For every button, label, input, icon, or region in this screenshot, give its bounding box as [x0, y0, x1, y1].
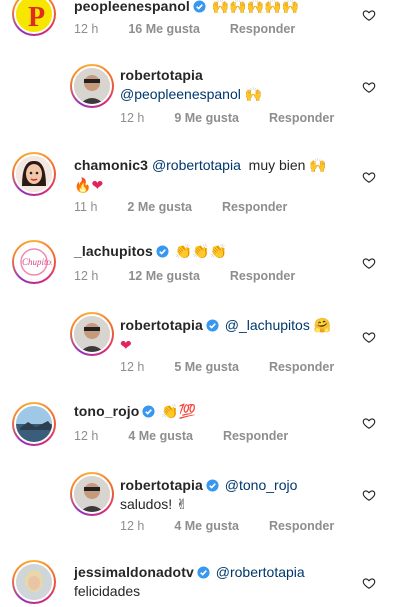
- reply-button[interactable]: Responder: [269, 111, 334, 125]
- robertotapia-avatar-icon: [74, 476, 110, 512]
- lachupitos-logo-icon: Chupitos: [16, 244, 52, 280]
- comment-emoji: 🙌: [244, 87, 263, 103]
- reply-button[interactable]: Responder: [269, 519, 334, 533]
- comment-time: 12 h: [120, 111, 145, 125]
- heart-outline-icon[interactable]: [362, 330, 376, 344]
- comment-emoji: 👏💯: [161, 404, 197, 420]
- heart-outline-icon[interactable]: [362, 256, 376, 270]
- verified-badge-icon: [206, 479, 219, 492]
- avatar[interactable]: [70, 64, 114, 108]
- likes-count[interactable]: 5 Me gusta: [174, 360, 239, 374]
- comment-username[interactable]: tono_rojo: [74, 403, 139, 419]
- verified-badge-icon: [197, 566, 210, 579]
- svg-text:P: P: [28, 2, 45, 32]
- jessimaldonadotv-avatar-icon: [16, 564, 52, 600]
- reply-button[interactable]: Responder: [269, 360, 334, 374]
- comment-time: 12 h: [120, 360, 145, 374]
- comment-emoji: 🙌🙌🙌🙌🙌: [211, 0, 299, 15]
- likes-count[interactable]: 12 Me gusta: [128, 269, 200, 283]
- heart-outline-icon[interactable]: [362, 488, 376, 502]
- mention-link[interactable]: @peopleenespanol: [120, 86, 241, 102]
- comment-text: saludos!: [120, 496, 173, 512]
- comment-username[interactable]: robertotapia: [120, 477, 203, 493]
- comment-time: 12 h: [74, 22, 99, 36]
- comment-time: 11 h: [74, 200, 98, 214]
- people-logo-icon: P: [16, 0, 52, 32]
- comment-username[interactable]: chamonic3: [74, 157, 148, 173]
- comment-time: 12 h: [74, 429, 99, 443]
- mention-link[interactable]: @tono_rojo: [225, 477, 298, 493]
- heart-outline-icon[interactable]: [362, 8, 376, 22]
- comment-emoji: ✌: [176, 497, 188, 513]
- likes-count[interactable]: 4 Me gusta: [128, 429, 193, 443]
- heart-outline-icon[interactable]: [362, 80, 376, 94]
- avatar[interactable]: [12, 402, 56, 446]
- verified-badge-icon: [142, 405, 155, 418]
- red-heart-emoji: ❤: [91, 178, 104, 194]
- reply-button[interactable]: Responder: [230, 269, 295, 283]
- verified-badge-icon: [156, 245, 169, 258]
- comment-text: muy bien: [248, 157, 306, 173]
- comment-username[interactable]: peopleenespanol: [74, 0, 190, 14]
- comment-text: felicidades: [74, 583, 141, 599]
- comment-username[interactable]: robertotapia: [120, 66, 262, 85]
- avatar[interactable]: [12, 152, 56, 196]
- comment-username[interactable]: _lachupitos: [74, 243, 153, 259]
- avatar[interactable]: [70, 472, 114, 516]
- verified-badge-icon: [193, 0, 206, 13]
- likes-count[interactable]: 9 Me gusta: [174, 111, 239, 125]
- mention-link[interactable]: @robertotapia: [152, 157, 241, 173]
- heart-outline-icon[interactable]: [362, 576, 376, 590]
- comment-time: 12 h: [74, 269, 99, 283]
- avatar[interactable]: Chupitos: [12, 240, 56, 284]
- robertotapia-avatar-icon: [74, 316, 110, 352]
- likes-count[interactable]: 16 Me gusta: [128, 22, 200, 36]
- comment-time: 12 h: [120, 519, 145, 533]
- likes-count[interactable]: 4 Me gusta: [174, 519, 239, 533]
- chamonic3-avatar-icon: [16, 156, 52, 192]
- comment-emoji: 🤗: [313, 318, 332, 334]
- robertotapia-avatar-icon: [74, 68, 110, 104]
- heart-outline-icon[interactable]: [362, 170, 376, 184]
- heart-outline-icon[interactable]: [362, 416, 376, 430]
- comment-username[interactable]: robertotapia: [120, 317, 203, 333]
- comment-emoji: 👏👏👏: [174, 244, 228, 260]
- avatar[interactable]: [12, 560, 56, 604]
- tono-rojo-avatar-icon: [16, 406, 52, 442]
- comment-emoji: 🙌: [309, 158, 327, 174]
- svg-text:Chupitos: Chupitos: [22, 257, 52, 267]
- red-heart-emoji: ❤: [120, 338, 132, 354]
- reply-button[interactable]: Responder: [223, 429, 288, 443]
- likes-count[interactable]: 2 Me gusta: [127, 200, 192, 214]
- mention-link[interactable]: @_lachupitos: [225, 317, 310, 333]
- reply-button[interactable]: Responder: [230, 22, 295, 36]
- fire-emoji: 🔥: [74, 178, 92, 194]
- mention-link[interactable]: @robertotapia: [216, 564, 305, 580]
- verified-badge-icon: [206, 319, 219, 332]
- reply-button[interactable]: Responder: [222, 200, 287, 214]
- avatar[interactable]: P: [12, 0, 56, 36]
- comment-username[interactable]: jessimaldonadotv: [74, 564, 194, 580]
- avatar[interactable]: [70, 312, 114, 356]
